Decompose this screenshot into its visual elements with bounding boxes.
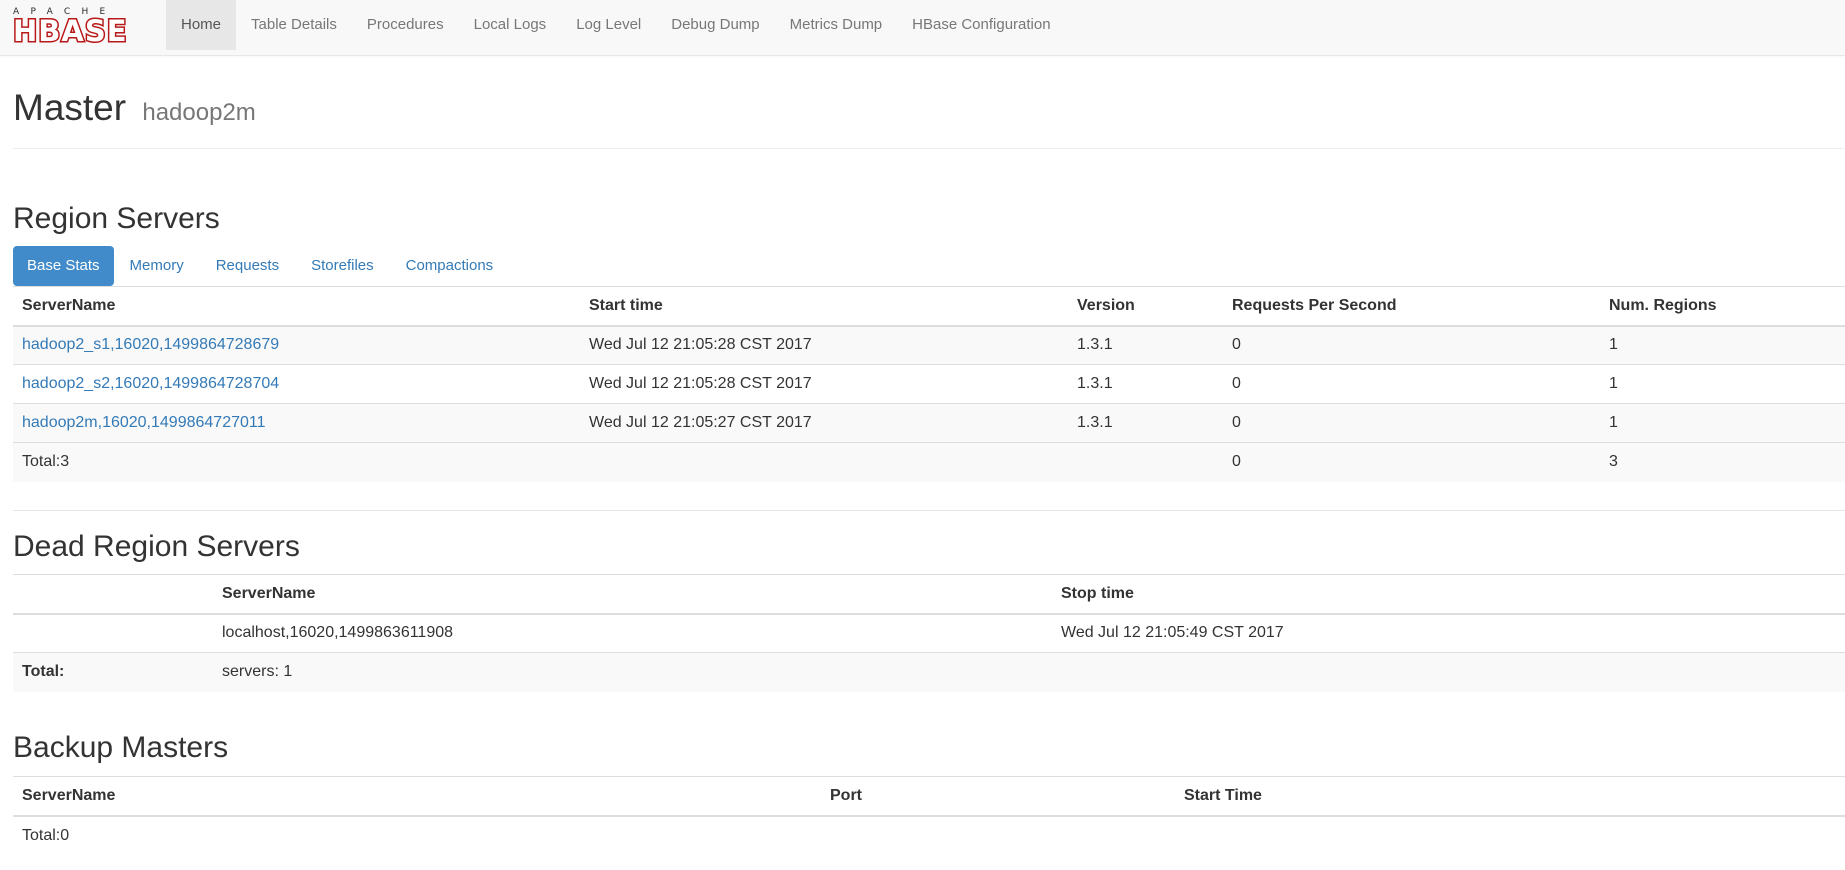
version-cell: 1.3.1 [1077, 414, 1113, 431]
dead-server-name: localhost,16020,1499863611908 [222, 624, 454, 642]
nav-debug-dump[interactable]: Debug Dump [656, 0, 774, 50]
rps-cell: 0 [1232, 375, 1241, 392]
col-version: Version [1077, 296, 1135, 314]
rps-cell: 0 [1232, 336, 1241, 354]
col-servername: ServerName [22, 296, 116, 314]
regions-cell: 1 [1609, 336, 1618, 354]
total-regions: 3 [1609, 453, 1618, 471]
nav-metrics-dump[interactable]: Metrics Dump [775, 0, 898, 50]
total-label: Total:3 [22, 453, 70, 471]
nav-hbase-configuration[interactable]: HBase Configuration [897, 0, 1065, 50]
col-start-time: Start Time [1184, 786, 1262, 804]
nav-home[interactable]: Home [166, 0, 237, 50]
server-link[interactable]: hadoop2m,16020,1499864727011 [22, 414, 266, 431]
stop-time-cell: Wed Jul 12 21:05:49 CST 2017 [1061, 624, 1284, 642]
region-servers-heading: Region Servers [13, 202, 220, 235]
tab-compactions[interactable]: Compactions [390, 246, 510, 286]
start-time-cell: Wed Jul 12 21:05:27 CST 2017 [589, 414, 812, 431]
nav-log-level[interactable]: Log Level [561, 0, 656, 50]
table-header-row: ServerName Start time Version Requests P… [13, 286, 1845, 326]
table-row: localhost,16020,1499863611908 Wed Jul 12… [13, 613, 1845, 653]
table-total-row: Total: servers: 1 [13, 652, 1845, 692]
col-servername: ServerName [22, 786, 116, 804]
total-servers: servers: 1 [222, 663, 293, 681]
total-label: Total: [22, 663, 65, 681]
col-port: Port [830, 786, 862, 804]
col-stop-time: Stop time [1061, 584, 1134, 602]
table-row: hadoop2_s1,16020,1499864728679 Wed Jul 1… [13, 325, 1845, 365]
nav-procedures[interactable]: Procedures [352, 0, 459, 50]
regions-cell: 1 [1609, 375, 1618, 392]
table-total-row: Total:3 0 3 [13, 442, 1845, 482]
tab-requests[interactable]: Requests [200, 246, 295, 286]
col-requests-per-second: Requests Per Second [1232, 296, 1397, 314]
total-label: Total:0 [22, 826, 70, 844]
backup-masters-table: ServerName Port Start Time Total:0 [13, 776, 1845, 855]
logo-hbase-text: HBASE [12, 14, 129, 48]
section-divider [13, 510, 1845, 511]
col-servername: ServerName [222, 584, 316, 602]
server-link[interactable]: hadoop2_s1,16020,1499864728679 [22, 336, 279, 353]
nav-local-logs[interactable]: Local Logs [459, 0, 562, 50]
page-header: Master hadoop2m [13, 86, 1845, 149]
total-rps: 0 [1232, 453, 1241, 471]
tab-storefiles[interactable]: Storefiles [295, 246, 390, 286]
region-servers-table: ServerName Start time Version Requests P… [13, 286, 1845, 482]
dead-region-servers-table: ServerName Stop time localhost,16020,149… [13, 574, 1845, 692]
table-header-row: ServerName Stop time [13, 574, 1845, 614]
col-start-time: Start time [589, 296, 663, 314]
hbase-logo[interactable]: APACHE HBASE [12, 7, 151, 48]
table-total-row: Total:0 [13, 815, 1845, 855]
region-servers-tabs: Base Stats Memory Requests Storefiles Co… [13, 246, 509, 286]
col-num-regions: Num. Regions [1609, 296, 1717, 314]
version-cell: 1.3.1 [1077, 375, 1113, 392]
page-title: Master hadoop2m [13, 86, 1845, 135]
server-link[interactable]: hadoop2_s2,16020,1499864728704 [22, 375, 279, 392]
table-header-row: ServerName Port Start Time [13, 776, 1845, 816]
start-time-cell: Wed Jul 12 21:05:28 CST 2017 [589, 336, 812, 354]
start-time-cell: Wed Jul 12 21:05:28 CST 2017 [589, 375, 812, 392]
backup-masters-heading: Backup Masters [13, 731, 229, 764]
col-empty [13, 575, 213, 614]
regions-cell: 1 [1609, 414, 1618, 431]
page-subtitle: hadoop2m [142, 99, 256, 126]
rps-cell: 0 [1232, 414, 1241, 431]
nav-menu: Home Table Details Procedures Local Logs… [166, 0, 1066, 50]
nav-table-details[interactable]: Table Details [236, 0, 352, 50]
dead-region-servers-heading: Dead Region Servers [13, 530, 300, 563]
tab-memory[interactable]: Memory [114, 246, 200, 286]
tab-base-stats[interactable]: Base Stats [13, 246, 114, 286]
table-row: hadoop2_s2,16020,1499864728704 Wed Jul 1… [13, 364, 1845, 404]
table-row: hadoop2m,16020,1499864727011 Wed Jul 12 … [13, 403, 1845, 443]
page-title-text: Master [13, 87, 127, 128]
top-navbar: APACHE HBASE Home Table Details Procedur… [0, 0, 1845, 56]
version-cell: 1.3.1 [1077, 336, 1113, 354]
